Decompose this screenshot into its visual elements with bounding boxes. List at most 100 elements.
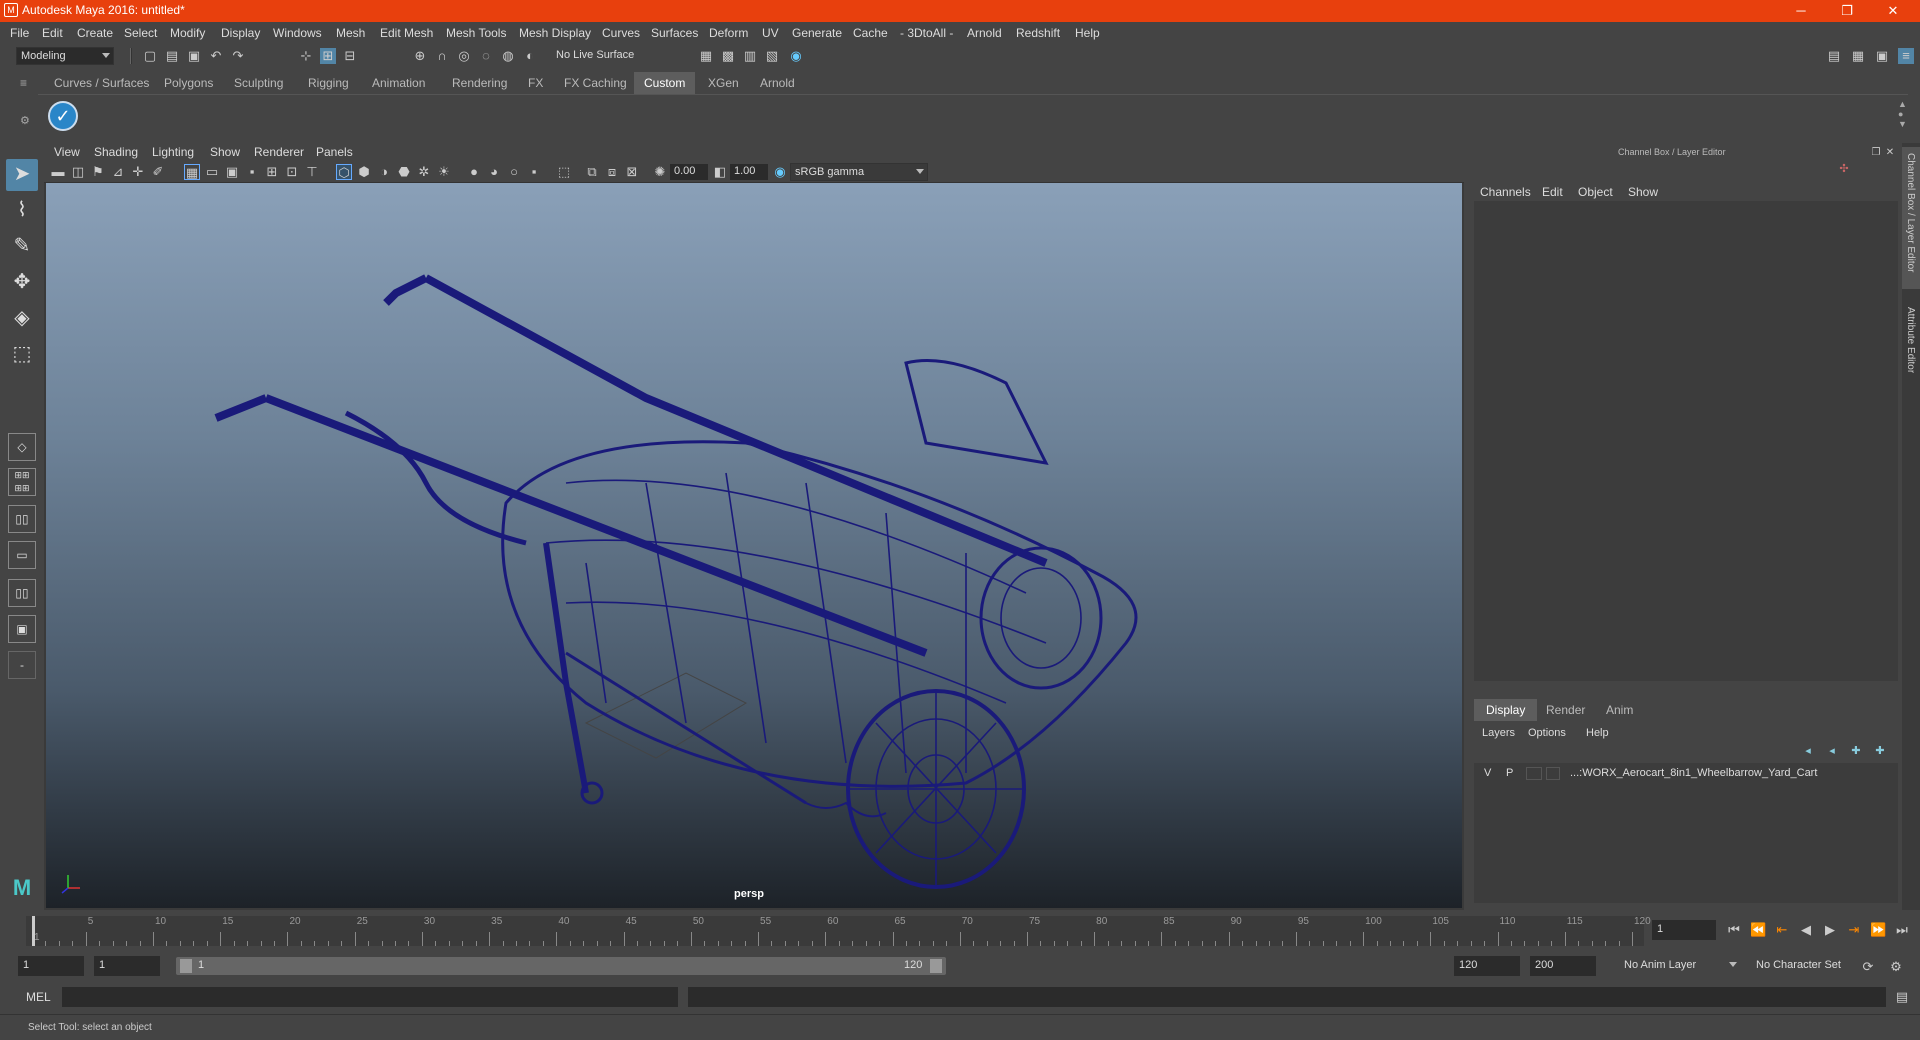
layer-options-menu[interactable]: Options <box>1528 727 1566 739</box>
save-scene-icon[interactable]: ▣ <box>186 48 202 64</box>
new-scene-icon[interactable]: ▢ <box>142 48 158 64</box>
new-layer-selected-icon[interactable]: ✚ <box>1872 743 1888 759</box>
field-chart-icon[interactable]: ⊞ <box>264 164 280 180</box>
snap-grid-icon[interactable]: ⊕ <box>412 48 428 64</box>
range-start-handle[interactable] <box>180 959 192 973</box>
tab-xgen[interactable]: XGen <box>698 72 749 94</box>
four-view-layout-icon[interactable]: ⊞⊞ ⊞⊞ <box>8 468 36 496</box>
maximize-button[interactable]: ❐ <box>1824 0 1870 22</box>
menu-help[interactable]: Help <box>1075 26 1100 40</box>
menu-arnold[interactable]: Arnold <box>967 26 1002 40</box>
viewport-menu-show[interactable]: Show <box>210 145 240 159</box>
tab-curves-surfaces[interactable]: Curves / Surfaces <box>44 72 160 94</box>
custom-script-icon[interactable]: ✓ <box>48 101 78 131</box>
resolution-gate-icon[interactable]: ▣ <box>224 164 240 180</box>
lasso-tool-icon[interactable]: ⌇ <box>6 195 38 227</box>
move-layer-up-icon[interactable]: ◂ <box>1800 743 1816 759</box>
ipr-render-icon[interactable]: ▥ <box>742 48 758 64</box>
outliner-layout-icon[interactable]: ▭ <box>8 541 36 569</box>
shadows-icon[interactable]: ☀ <box>436 164 452 180</box>
menu-edit-mesh[interactable]: Edit Mesh <box>380 26 433 40</box>
step-forward-key-icon[interactable]: ⇥ <box>1846 922 1862 938</box>
layer-row[interactable]: V P ...:WORX_Aerocart_8in1_Wheelbarrow_Y… <box>1474 765 1898 783</box>
move-tool-icon[interactable]: ✥ <box>6 267 38 299</box>
depth-of-field-icon[interactable]: ▪ <box>526 164 542 180</box>
script-editor-icon[interactable]: ▤ <box>1894 989 1910 1005</box>
go-to-start-icon[interactable]: ⏮ <box>1726 922 1742 938</box>
layer-tab-render[interactable]: Render <box>1534 699 1597 721</box>
channel-box-toggle-icon[interactable]: ≡ <box>1898 48 1914 64</box>
safe-title-icon[interactable]: ⊤ <box>304 164 320 180</box>
grid-icon[interactable]: ▦ <box>184 164 200 180</box>
select-tool-icon[interactable]: ➤ <box>6 159 38 191</box>
axis-orientation-icon[interactable]: ✣ <box>1836 161 1852 177</box>
tab-fx-caching[interactable]: FX Caching <box>554 72 637 94</box>
safe-action-icon[interactable]: ⊡ <box>284 164 300 180</box>
menu-deform[interactable]: Deform <box>709 26 748 40</box>
menu-windows[interactable]: Windows <box>273 26 322 40</box>
two-view-layout-icon[interactable]: ▯▯ <box>8 505 36 533</box>
step-back-icon[interactable]: ⏪ <box>1750 922 1766 938</box>
textured-icon[interactable]: ⬣ <box>396 164 412 180</box>
tab-polygons[interactable]: Polygons <box>154 72 224 94</box>
menu-file[interactable]: File <box>10 26 29 40</box>
current-frame-field[interactable]: 1 <box>1652 920 1716 940</box>
layer-playback-toggle[interactable]: P <box>1506 767 1513 779</box>
render-frame-icon[interactable]: ▩ <box>720 48 736 64</box>
channels-menu[interactable]: Channels <box>1480 185 1531 199</box>
menu-mesh[interactable]: Mesh <box>336 26 365 40</box>
viewport-canvas[interactable]: persp <box>46 183 1462 908</box>
viewport-menu-renderer[interactable]: Renderer <box>254 145 304 159</box>
camera-attributes-icon[interactable]: ◫ <box>70 164 86 180</box>
menu-curves[interactable]: Curves <box>602 26 640 40</box>
menu-surfaces[interactable]: Surfaces <box>651 26 698 40</box>
command-input[interactable] <box>62 987 678 1007</box>
paint-select-tool-icon[interactable]: ✎ <box>6 231 38 263</box>
tab-fx[interactable]: FX <box>518 72 554 94</box>
xray-icon[interactable]: ⧉ <box>584 164 600 180</box>
graph-layout-icon[interactable]: ▯▯ <box>8 579 36 607</box>
live-surface-field[interactable]: No Live Surface <box>552 47 646 65</box>
modeling-toolkit-icon[interactable]: ▣ <box>1874 48 1890 64</box>
layer-name[interactable]: ...:WORX_Aerocart_8in1_Wheelbarrow_Yard_… <box>1570 767 1817 779</box>
tab-arnold[interactable]: Arnold <box>750 72 805 94</box>
viewport-menu-panels[interactable]: Panels <box>316 145 353 159</box>
channel-list[interactable] <box>1474 201 1898 681</box>
menu-cache[interactable]: Cache <box>853 26 888 40</box>
select-component-icon[interactable]: ⊟ <box>342 48 358 64</box>
tab-rendering[interactable]: Rendering <box>442 72 518 94</box>
snap-curve-icon[interactable]: ∩ <box>434 48 450 64</box>
color-management-icon[interactable]: ◉ <box>772 164 788 180</box>
menu-uv[interactable]: UV <box>762 26 779 40</box>
current-time-indicator[interactable] <box>32 916 35 946</box>
cb-show-menu[interactable]: Show <box>1628 185 1658 199</box>
layer-type-toggle[interactable] <box>1526 767 1542 780</box>
exposure-icon[interactable]: ✺ <box>652 164 668 180</box>
select-object-icon[interactable]: ⊞ <box>320 48 336 64</box>
scale-tool-icon[interactable]: ⬚ <box>6 339 38 371</box>
layer-tab-display[interactable]: Display <box>1474 699 1538 721</box>
command-language-label[interactable]: MEL <box>26 990 51 1004</box>
gamma-icon[interactable]: ◧ <box>712 164 728 180</box>
menu-redshift[interactable]: Redshift <box>1016 26 1060 40</box>
layer-color-swatch[interactable] <box>1546 767 1560 780</box>
play-forwards-icon[interactable]: ▶ <box>1822 922 1838 938</box>
viewport-menu-shading[interactable]: Shading <box>94 145 138 159</box>
isolate-select-icon[interactable]: ⬚ <box>556 164 572 180</box>
single-view-layout-icon[interactable]: ◇ <box>8 433 36 461</box>
menu-create[interactable]: Create <box>77 26 113 40</box>
menu-generate[interactable]: Generate <box>792 26 842 40</box>
mode-selector[interactable]: Modeling <box>16 47 114 65</box>
menu-mesh-display[interactable]: Mesh Display <box>519 26 591 40</box>
open-scene-icon[interactable]: ▤ <box>164 48 180 64</box>
menu-select[interactable]: Select <box>124 26 157 40</box>
menu-mesh-tools[interactable]: Mesh Tools <box>446 26 506 40</box>
move-layer-down-icon[interactable]: ◂ <box>1824 743 1840 759</box>
channel-box-side-tab[interactable]: Channel Box / Layer Editor <box>1902 147 1920 289</box>
shelf-scroll-icon[interactable]: ▲ ● ▼ <box>1898 99 1907 129</box>
new-layer-icon[interactable]: ✚ <box>1848 743 1864 759</box>
bookmark-icon[interactable]: ⚑ <box>90 164 106 180</box>
grease-pencil-icon[interactable]: ✐ <box>150 164 166 180</box>
range-slider[interactable]: 1 120 <box>176 957 946 975</box>
preferences-icon[interactable]: ⚙ <box>1888 959 1904 975</box>
